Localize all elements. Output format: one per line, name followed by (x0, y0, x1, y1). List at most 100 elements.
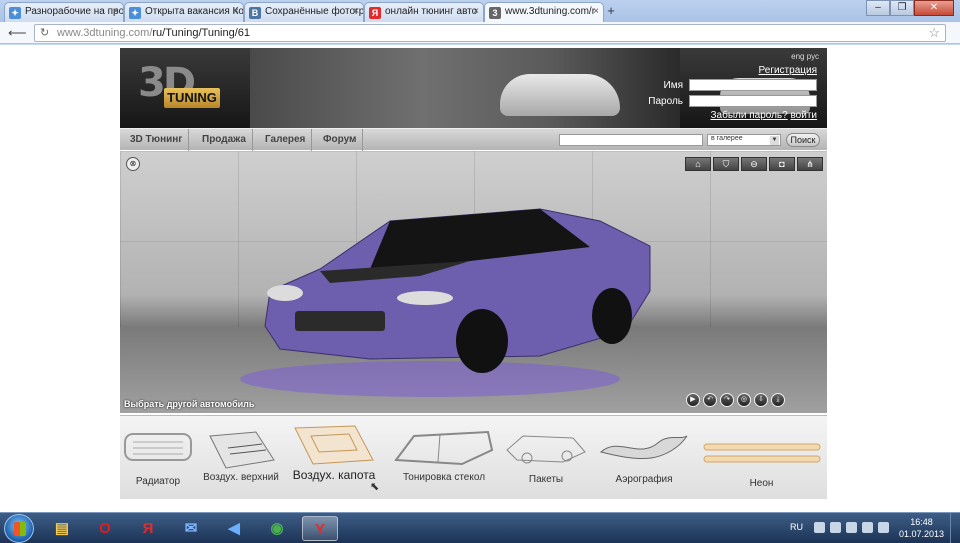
wheel-icon[interactable]: ◎ (737, 393, 751, 407)
nav-3d-tuning[interactable]: 3D Тюнинг (124, 129, 190, 151)
neon-glow (240, 361, 620, 397)
forgot-password-link[interactable]: Забыли пароль? (711, 110, 788, 121)
headlight-left (267, 285, 303, 301)
rear-wheel (592, 288, 632, 344)
flag-icon[interactable] (830, 522, 841, 533)
category-radiator[interactable]: Радиатор (120, 416, 196, 499)
taskbar-explorer-icon[interactable]: ▤ (44, 516, 80, 541)
password-input[interactable] (689, 95, 817, 107)
home-icon[interactable]: ⌂ (685, 157, 711, 171)
category-airbrush[interactable]: Аэрография (598, 416, 690, 499)
input-language[interactable]: RU (790, 522, 803, 532)
top-intake-icon (209, 431, 275, 469)
language-switch[interactable]: eng рус (791, 52, 819, 61)
tab-strip: ✦ Разнорабочие на про × ✦ Открыта вакансия К… (0, 0, 960, 23)
back-arrow-icon[interactable]: ⟵ (8, 25, 27, 41)
rotate-left-icon[interactable]: ↶ (703, 393, 717, 407)
window-controls: ‒ ❐ ✕ (866, 0, 954, 18)
category-label: Аэрография (615, 474, 673, 485)
search-button[interactable]: Поиск (786, 133, 820, 147)
headlight-right (397, 291, 453, 305)
reload-icon[interactable]: ↻ (40, 26, 49, 39)
category-label: Тонировка стекол (402, 472, 486, 483)
tab-close-icon[interactable]: × (233, 6, 239, 17)
category-label: Неон (749, 478, 774, 489)
tab-close-icon[interactable]: × (473, 6, 479, 17)
name-input[interactable] (689, 79, 817, 91)
tab-close-icon[interactable]: × (113, 6, 119, 17)
search-input[interactable] (559, 134, 703, 146)
display-icon[interactable] (878, 522, 889, 533)
start-button[interactable] (4, 514, 34, 543)
category-top-air-intake[interactable]: Воздух. верхний (200, 416, 282, 499)
bookmark-star-icon[interactable]: ☆ (928, 25, 940, 41)
new-tab-button[interactable]: + (601, 3, 621, 19)
tab-close-icon[interactable]: × (353, 6, 359, 17)
minimize-button[interactable]: ‒ (866, 0, 890, 16)
browser-toolbar: ⟵ ↻ www.3dtuning.com/ru/Tuning/Tuning/61… (0, 22, 960, 44)
url-host: www.3dtuning.com/ (57, 27, 153, 39)
browser-tab[interactable]: Яонлайн тюнинг авто × (364, 2, 484, 22)
login-link[interactable]: войти (790, 110, 817, 121)
tab-close-icon[interactable]: × (593, 6, 599, 17)
lower-icon[interactable]: ⇩ (754, 393, 768, 407)
category-neon[interactable]: Неон (698, 416, 825, 499)
tab-favicon-icon: ✦ (129, 7, 141, 19)
show-hidden-icon[interactable] (814, 522, 825, 533)
nav-sale[interactable]: Продажа (196, 129, 253, 151)
taskbar-yandex-browser-icon[interactable]: Y (302, 516, 338, 541)
windows-logo-icon (14, 522, 26, 536)
nav-forum[interactable]: Форум (317, 129, 364, 151)
taskbar-media-icon[interactable]: ◀ (216, 516, 252, 541)
hood-scoop-icon (294, 425, 374, 465)
browser-tab[interactable]: ✦ Открыта вакансия Ко × (124, 2, 244, 22)
register-link[interactable]: Регистрация (759, 65, 817, 76)
logo-tuning[interactable]: TUNING (164, 88, 220, 108)
name-row: Имя (664, 79, 817, 91)
tray-icons (814, 522, 889, 533)
taskbar-mail-icon[interactable]: ✉ (173, 516, 209, 541)
network-icon[interactable] (862, 522, 873, 533)
camera-icon[interactable]: ◘ (769, 157, 795, 171)
play-icon[interactable]: ▶ (686, 393, 700, 407)
main-nav: 3D Тюнинг Продажа Галерея Форум в галере… (120, 128, 827, 151)
taskbar-chrome-icon[interactable]: ◉ (259, 516, 295, 541)
tab-favicon-icon: ✦ (9, 7, 21, 19)
hanger-icon[interactable]: ⛉ (713, 157, 739, 171)
close-window-button[interactable]: ✕ (914, 0, 954, 16)
name-label: Имя (663, 79, 683, 91)
tab-favicon-icon: В (249, 7, 261, 19)
category-window-tint[interactable]: Тонировка стекол (390, 416, 498, 499)
category-label: Радиатор (135, 476, 181, 487)
browser-tab[interactable]: В Сохранённые фотогр × (244, 2, 364, 22)
clock[interactable]: 16:48 01.07.2013 (899, 516, 944, 540)
tab-favicon-icon: Я (369, 7, 381, 19)
category-hood-air-intake[interactable]: Воздух. капота ⬉ (286, 416, 382, 499)
show-desktop-button[interactable] (950, 513, 960, 543)
rotate-right-icon[interactable]: ↷ (720, 393, 734, 407)
nav-gallery[interactable]: Галерея (259, 129, 313, 151)
share-icon[interactable]: ⋔ (797, 157, 823, 171)
browser-tab[interactable]: 3 www.3dtuning.com/r × (484, 2, 604, 23)
category-label: Воздух. верхний (203, 472, 279, 483)
viewer-toolbar: ⌂ ⛉ ⊖ ◘ ⋔ (685, 157, 823, 171)
taskbar-yandex-icon[interactable]: Я (130, 516, 166, 541)
car-badge-icon[interactable]: ⊗ (126, 157, 140, 171)
volume-icon[interactable] (846, 522, 857, 533)
search-scope-select[interactable]: в галерее ▼ (707, 134, 781, 146)
download-icon[interactable]: ⤓ (771, 393, 785, 407)
maximize-button[interactable]: ❐ (890, 0, 914, 16)
car-viewer[interactable]: ⊗ ⌂ ⛉ ⊖ ◘ ⋔ Выбрать другой автомобиль ▶ … (120, 151, 827, 413)
car-front-icon[interactable]: ⊖ (741, 157, 767, 171)
taskbar-opera-icon[interactable]: O (87, 516, 123, 541)
address-bar[interactable]: ↻ www.3dtuning.com/ru/Tuning/Tuning/61 ☆ (34, 24, 946, 42)
category-packages[interactable]: Пакеты (502, 416, 590, 499)
tab-title: Разнорабочие на про (25, 6, 124, 17)
car-render (240, 208, 651, 397)
choose-other-car-link[interactable]: Выбрать другой автомобиль (124, 399, 254, 409)
tab-title: Сохранённые фотогр (265, 6, 364, 17)
tab-title: онлайн тюнинг авто (385, 6, 478, 17)
url-path: ru/Tuning/Tuning/61 (152, 27, 251, 39)
browser-tab[interactable]: ✦ Разнорабочие на про × (4, 2, 124, 22)
header-garage-image (250, 48, 810, 128)
